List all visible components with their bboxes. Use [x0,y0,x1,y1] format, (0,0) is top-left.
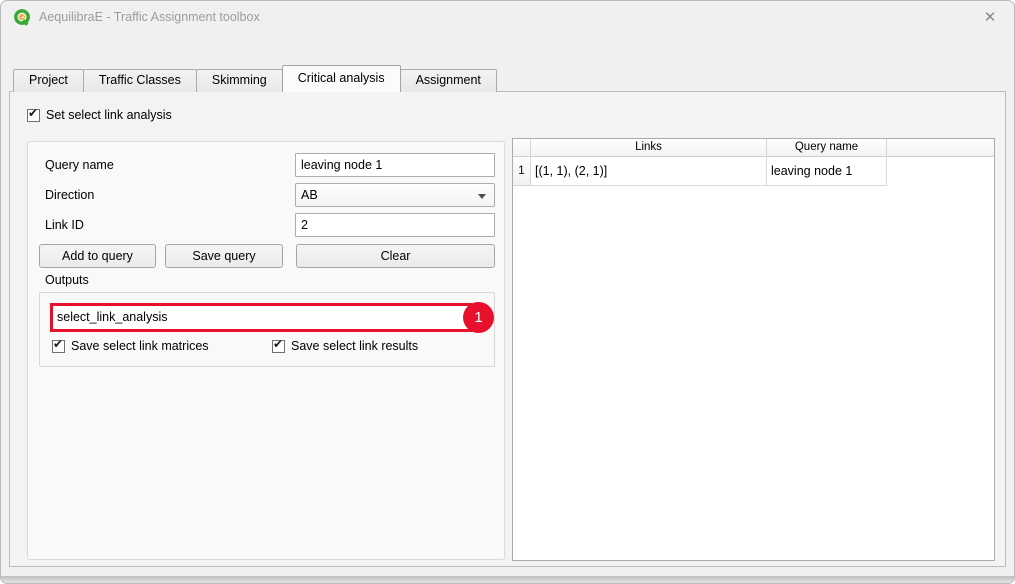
set-select-link-checkbox[interactable]: ✔ Set select link analysis [27,108,172,122]
window-title: AequilibraE - Traffic Assignment toolbox [39,10,260,24]
link-id-input[interactable]: 2 [295,213,495,237]
row-header[interactable]: 1 [513,157,531,186]
annotation-badge-1: 1 [463,302,494,333]
clear-button[interactable]: Clear [296,244,495,268]
qgis-logo-icon [13,8,31,26]
tab-skimming[interactable]: Skimming [196,69,283,92]
checkmark-icon: ✔ [273,338,283,351]
checkbox-box[interactable]: ✔ [27,109,40,122]
link-id-label: Link ID [45,218,84,232]
dialog-window: AequilibraE - Traffic Assignment toolbox… [0,0,1015,584]
save-matrices-label: Save select link matrices [71,339,209,353]
table-corner-header [513,139,531,157]
window-bottom-edge [1,576,1014,583]
direction-select[interactable]: AB [295,183,495,207]
query-form-panel: Query name leaving node 1 Direction AB L… [27,141,505,560]
add-to-query-button[interactable]: Add to query [39,244,156,268]
checkmark-icon: ✔ [53,338,63,351]
tab-bar: Project Traffic Classes Skimming Critica… [13,67,496,92]
query-name-label: Query name [45,158,114,172]
table-header-row: Links Query name [513,139,994,157]
checkbox-box[interactable]: ✔ [52,340,65,353]
direction-value: AB [301,188,318,202]
cell-query-name[interactable]: leaving node 1 [767,157,887,186]
save-query-button[interactable]: Save query [165,244,283,268]
queries-table[interactable]: Links Query name 1 [(1, 1), (2, 1)] leav… [512,138,995,561]
title-bar: AequilibraE - Traffic Assignment toolbox… [1,1,1014,33]
column-header-links[interactable]: Links [531,139,767,157]
tab-assignment[interactable]: Assignment [400,69,497,92]
tab-traffic-classes[interactable]: Traffic Classes [83,69,197,92]
query-name-input[interactable]: leaving node 1 [295,153,495,177]
outputs-label: Outputs [45,273,89,287]
critical-analysis-pane: ✔ Set select link analysis Query name le… [9,91,1006,567]
tab-critical-analysis[interactable]: Critical analysis [282,65,401,92]
table-row[interactable]: 1 [(1, 1), (2, 1)] leaving node 1 [513,157,994,186]
save-results-label: Save select link results [291,339,418,353]
save-results-checkbox[interactable]: ✔ Save select link results [272,339,418,353]
cell-links[interactable]: [(1, 1), (2, 1)] [531,157,767,186]
set-select-link-label: Set select link analysis [46,108,172,122]
checkmark-icon: ✔ [28,107,38,120]
direction-label: Direction [45,188,94,202]
chevron-down-icon [478,194,486,199]
outputs-group: select_link_analysis 1 ✔ Save select lin… [39,292,495,367]
checkbox-box[interactable]: ✔ [272,340,285,353]
column-header-query-name[interactable]: Query name [767,139,887,157]
output-name-input[interactable]: select_link_analysis [50,303,472,332]
tab-project[interactable]: Project [13,69,84,92]
table-header-filler [887,139,994,157]
save-matrices-checkbox[interactable]: ✔ Save select link matrices [52,339,209,353]
close-button[interactable]: ✕ [980,8,1000,28]
